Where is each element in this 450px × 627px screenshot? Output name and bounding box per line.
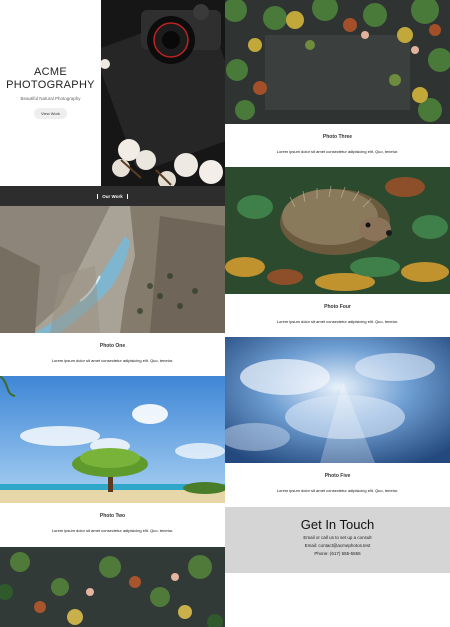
photo-three-image (225, 0, 450, 124)
photo-two-text: Lorem ipsum dolor sit amet consectetur a… (51, 528, 174, 533)
photo-four-image (225, 167, 450, 294)
photo-two-image (0, 376, 225, 503)
photo-four-caption: Photo Four Lorem ipsum dolor sit amet co… (225, 294, 450, 337)
photo-two-title: Photo Two (99, 513, 126, 519)
photo-two-caption: Photo Two Lorem ipsum dolor sit amet con… (0, 503, 225, 547)
photo-four-title: Photo Four (324, 304, 351, 310)
hero-camera-image (101, 0, 225, 186)
photo-one-title: Photo One (99, 343, 126, 349)
photo-four-text: Lorem ipsum dolor sit amet consectetur a… (276, 319, 399, 324)
view-work-button[interactable]: View Work (34, 108, 67, 119)
photo-five-title: Photo Five (324, 473, 351, 479)
photo-three-bottom-image (0, 547, 225, 627)
right-column: Photo Three Lorem ipsum dolor sit amet c… (225, 0, 450, 573)
photo-three-caption: Photo Three Lorem ipsum dolor sit amet c… (225, 124, 450, 167)
photo-one-text: Lorem ipsum dolor sit amet consectetur a… (51, 358, 174, 363)
photo-five-image (225, 337, 450, 463)
photo-three-text: Lorem ipsum dolor sit amet consectetur a… (276, 149, 399, 154)
hero-panel: ACME PHOTOGRAPHY Beautiful Natural Photo… (0, 0, 101, 186)
hero-title: ACME PHOTOGRAPHY (6, 66, 95, 91)
contact-email[interactable]: Email: contact@acmephotos.test (225, 543, 450, 548)
hero-subtitle: Beautiful Natural Photography (20, 96, 81, 101)
contact-heading: Get In Touch (300, 517, 375, 532)
contact-phone[interactable]: Phone: (617) 555-5555 (225, 551, 450, 556)
photo-five-caption: Photo Five Lorem ipsum dolor sit amet co… (225, 463, 450, 507)
our-work-bar: Our Work (0, 186, 225, 206)
photo-one-image (0, 206, 225, 333)
photo-five-text: Lorem ipsum dolor sit amet consectetur a… (276, 488, 399, 493)
contact-intro: Email or call us to set up a consult (303, 535, 372, 540)
photo-three-title: Photo Three (322, 134, 353, 140)
left-column: ACME PHOTOGRAPHY Beautiful Natural Photo… (0, 0, 225, 627)
photo-one-caption: Photo One Lorem ipsum dolor sit amet con… (0, 333, 225, 376)
hero-section: ACME PHOTOGRAPHY Beautiful Natural Photo… (0, 0, 225, 186)
our-work-label[interactable]: Our Work (97, 193, 128, 199)
contact-section: Get In Touch Email or call us to set up … (225, 507, 450, 573)
